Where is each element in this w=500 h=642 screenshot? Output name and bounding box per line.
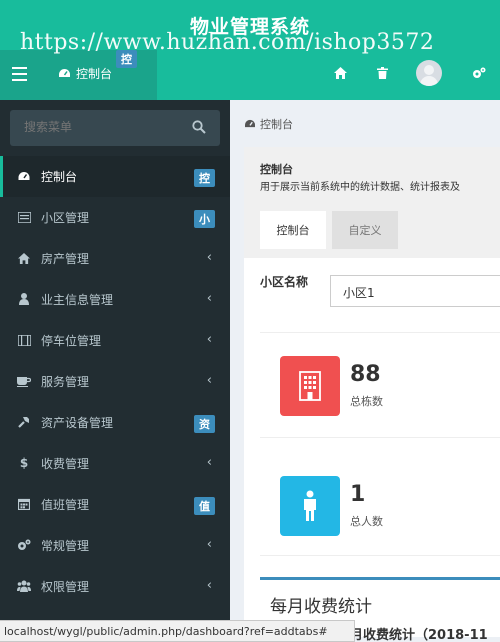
- chart-heading: 月收费统计（2018-11: [350, 628, 488, 642]
- sidebar-item-label: 常规管理: [41, 539, 90, 553]
- dashboard-panel: 控制台 用于展示当前系统中的统计数据、统计报表及 控制台 自定义 小区名称 小区…: [244, 147, 500, 637]
- breadcrumb: 控制台: [244, 116, 293, 132]
- sidebar-item-owners[interactable]: 业主信息管理 ‹: [0, 279, 230, 320]
- divider: [260, 332, 500, 333]
- badge: 资: [194, 415, 215, 433]
- stat-buildings-label: 总栋数: [350, 395, 383, 408]
- dashboard-icon: [245, 119, 255, 128]
- badge: 小: [194, 210, 215, 228]
- dashboard-icon: [59, 69, 70, 77]
- sidebar: 控制台 控 小区管理 小 房产管理 ‹ 业主信息管理 ‹ 停车位管理 ‹ 服务管…: [0, 100, 230, 620]
- sidebar-item-label: 服务管理: [41, 375, 90, 389]
- building-icon: [280, 356, 340, 416]
- sidebar-menu: 控制台 控 小区管理 小 房产管理 ‹ 业主信息管理 ‹ 停车位管理 ‹ 服务管…: [0, 156, 230, 607]
- stat-people-value: 1: [350, 482, 366, 507]
- monthly-fee-title: 每月收费统计: [270, 597, 372, 617]
- panel-description: 用于展示当前系统中的统计数据、统计报表及: [260, 182, 460, 193]
- dashboard-icon: [17, 169, 31, 183]
- person-icon: [280, 476, 340, 536]
- chevron-left-icon: ‹: [206, 291, 212, 306]
- stat-buildings-value: 88: [350, 362, 381, 387]
- chevron-left-icon: ‹: [206, 578, 212, 593]
- sidebar-item-general[interactable]: 常规管理 ‹: [0, 525, 230, 566]
- stat-people-label: 总人数: [350, 515, 383, 528]
- panel-header: 控制台 用于展示当前系统中的统计数据、统计报表及 控制台 自定义: [244, 147, 500, 258]
- top-header: 物业管理系统 https://www.huzhan.com/ishop3572 …: [0, 0, 500, 100]
- sidebar-item-label: 控制台: [41, 170, 78, 184]
- group-icon: [17, 579, 31, 593]
- breadcrumb-label: 控制台: [260, 118, 293, 131]
- trash-icon[interactable]: [377, 67, 388, 79]
- list-icon: [17, 210, 31, 224]
- browser-status-bar: localhost/wygl/public/admin.php/dashboar…: [0, 620, 355, 642]
- chevron-left-icon: ‹: [206, 250, 212, 265]
- menu-search: [10, 110, 220, 146]
- chevron-left-icon: ‹: [206, 537, 212, 552]
- tab-custom[interactable]: 自定义: [332, 211, 398, 249]
- chevron-left-icon: ‹: [206, 373, 212, 388]
- sidebar-item-parking[interactable]: 停车位管理 ‹: [0, 320, 230, 361]
- dollar-icon: $: [19, 456, 29, 470]
- community-select[interactable]: 小区1: [330, 275, 500, 307]
- sidebar-toggle-icon[interactable]: [12, 67, 27, 81]
- sidebar-item-label: 业主信息管理: [41, 293, 114, 307]
- sidebar-item-label: 权限管理: [41, 580, 90, 594]
- sidebar-item-billing[interactable]: $ 收费管理 ‹: [0, 443, 230, 484]
- sidebar-item-duty[interactable]: 值班管理 值: [0, 484, 230, 525]
- sidebar-item-service[interactable]: 服务管理 ‹: [0, 361, 230, 402]
- calendar-icon: [17, 497, 31, 511]
- divider: [260, 555, 500, 556]
- user-icon: [17, 292, 31, 306]
- panel-title: 控制台: [260, 163, 293, 176]
- sidebar-item-label: 小区管理: [41, 211, 90, 225]
- badge: 值: [194, 497, 215, 515]
- sidebar-item-property[interactable]: 房产管理 ‹: [0, 238, 230, 279]
- sidebar-item-label: 收费管理: [41, 457, 90, 471]
- sidebar-item-community[interactable]: 小区管理 小: [0, 197, 230, 238]
- cogs-icon: [17, 538, 31, 552]
- cogs-icon[interactable]: [472, 67, 486, 80]
- tab-dashboard[interactable]: 控制台: [58, 65, 112, 82]
- sidebar-item-permissions[interactable]: 权限管理 ‹: [0, 566, 230, 607]
- home-icon[interactable]: [334, 67, 347, 79]
- sidebar-item-label: 停车位管理: [41, 334, 102, 348]
- tab-badge: 控: [116, 50, 137, 68]
- badge: 控: [194, 169, 215, 187]
- sidebar-item-label: 房产管理: [41, 252, 90, 266]
- main-content: 控制台 控制台 用于展示当前系统中的统计数据、统计报表及 控制台 自定义 小区名…: [230, 100, 500, 637]
- user-avatar[interactable]: [416, 60, 442, 86]
- chevron-left-icon: ‹: [206, 332, 212, 347]
- chevron-left-icon: ‹: [206, 455, 212, 470]
- menu-search-input[interactable]: [24, 120, 184, 134]
- coffee-icon: [17, 374, 31, 388]
- sidebar-item-assets[interactable]: 资产设备管理 资: [0, 402, 230, 443]
- wrench-icon: [17, 415, 31, 429]
- navbar: 控制台: [0, 50, 500, 100]
- film-icon: [17, 333, 31, 347]
- sidebar-item-label: 值班管理: [41, 498, 90, 512]
- home-icon: [17, 251, 31, 265]
- tab-dashboard-label: 控制台: [76, 67, 113, 81]
- search-icon[interactable]: [192, 120, 208, 136]
- community-name-label: 小区名称: [260, 275, 309, 289]
- sidebar-item-label: 资产设备管理: [41, 416, 114, 430]
- sidebar-item-dashboard[interactable]: 控制台 控: [0, 156, 230, 197]
- tab-dashboard[interactable]: 控制台: [260, 211, 326, 249]
- divider: [260, 437, 500, 438]
